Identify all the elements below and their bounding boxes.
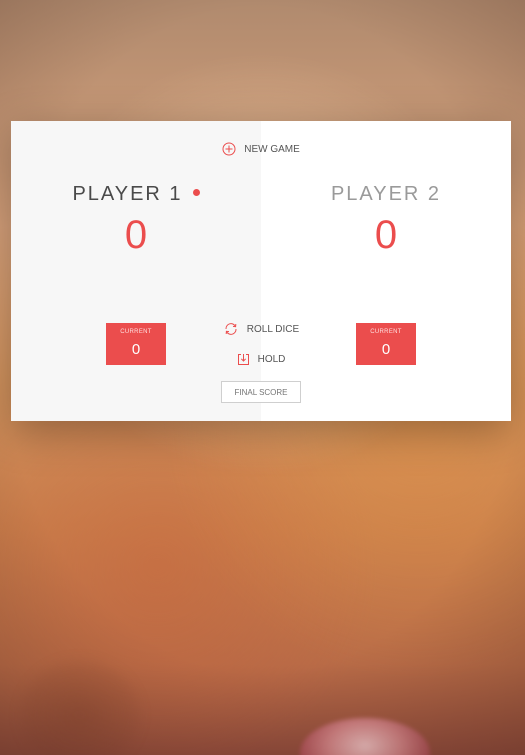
new-game-label: New game: [244, 143, 300, 155]
hold-button[interactable]: Hold: [11, 353, 511, 366]
player-1-score: 0: [124, 213, 148, 257]
new-game-button[interactable]: New game: [11, 142, 511, 156]
hold-label: Hold: [257, 354, 286, 365]
final-score-input[interactable]: [221, 381, 301, 403]
active-dot-icon: [192, 189, 200, 197]
player-1-panel: Player 1 0 Current 0: [11, 121, 261, 421]
player-1-name: Player 1: [11, 183, 261, 206]
game-board: Player 1 0 Current 0 Player 2 0 Current …: [11, 121, 511, 421]
background-decoration: [20, 660, 140, 755]
background-fruit: [300, 718, 430, 755]
roll-dice-label: Roll dice: [246, 323, 300, 335]
player-2-score: 0: [374, 213, 398, 257]
player-1-name-label: Player 1: [72, 183, 183, 205]
player-2-name: Player 2: [330, 183, 442, 205]
player-2-panel: Player 2 0 Current 0: [261, 121, 511, 421]
download-icon: [237, 353, 250, 366]
roll-dice-button[interactable]: Roll dice: [11, 321, 511, 337]
plus-circle-icon: [222, 142, 236, 156]
refresh-icon: [223, 321, 239, 337]
